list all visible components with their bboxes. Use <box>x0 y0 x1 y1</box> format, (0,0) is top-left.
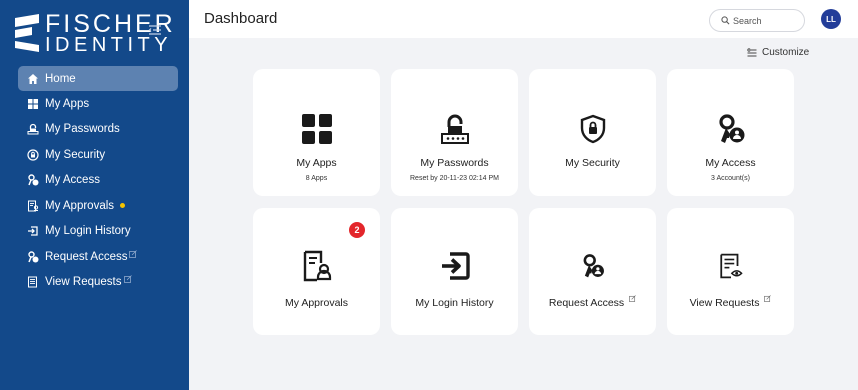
tile-label: My Apps <box>296 157 337 169</box>
sidebar-item-label: My Apps <box>45 97 90 110</box>
key-user-icon <box>667 113 794 145</box>
tile-label: My Passwords <box>420 157 489 169</box>
tile-label: Request Access <box>548 297 625 309</box>
sidebar-item-label: My Security <box>45 148 106 161</box>
key-user-icon <box>26 250 39 263</box>
customize-label: Customize <box>762 47 810 58</box>
notification-dot <box>120 203 126 209</box>
tile-subtext: 3 Account(s) <box>711 175 750 182</box>
approvals-icon <box>26 199 39 212</box>
sidebar-item-my-access[interactable]: My Access <box>18 168 178 194</box>
notification-badge: 2 <box>349 222 365 238</box>
sidebar-item-label: My Passwords <box>45 123 120 136</box>
tile-my-security[interactable]: My Security <box>529 69 656 196</box>
brand-line2: IDENTITY <box>45 34 173 56</box>
tile-my-access[interactable]: My Access 3 Account(s) <box>667 69 794 196</box>
search-input[interactable]: Search <box>709 9 805 32</box>
search-placeholder: Search <box>733 15 762 26</box>
sidebar-item-label: Home <box>45 72 76 85</box>
sidebar-item-my-security[interactable]: My Security <box>18 142 178 168</box>
apps-grid-icon <box>26 97 39 110</box>
collapse-sidebar-icon[interactable] <box>148 23 162 37</box>
external-link-icon <box>764 295 772 302</box>
tile-label: My Login History <box>415 297 494 309</box>
sidebar-item-my-apps[interactable]: My Apps <box>18 91 178 117</box>
external-link-icon <box>123 275 132 284</box>
sidebar-item-my-login-history[interactable]: My Login History <box>18 219 178 245</box>
shield-icon <box>529 113 656 145</box>
tile-label: View Requests <box>689 297 760 309</box>
tile-label-row: Request Access <box>529 295 656 309</box>
sidebar-item-label: Request Access <box>45 250 128 263</box>
main-content: Dashboard Search LL Customize My Apps 8 … <box>189 0 858 390</box>
login-icon <box>391 250 518 282</box>
customize-button[interactable]: Customize <box>747 47 809 58</box>
external-link-icon <box>129 249 138 258</box>
external-link-icon <box>629 295 636 302</box>
password-lock-icon <box>26 123 39 136</box>
tile-my-login-history[interactable]: My Login History <box>391 208 518 335</box>
tile-label-row: View Requests <box>667 295 794 309</box>
sidebar-item-label: My Access <box>45 174 100 187</box>
list-view-icon <box>26 276 39 289</box>
sidebar-item-label: My Login History <box>45 225 131 238</box>
home-icon <box>26 72 39 85</box>
sidebar-nav: Home My Apps My Passwords My Security My… <box>18 66 178 295</box>
tile-my-apps[interactable]: My Apps 8 Apps <box>253 69 380 196</box>
tile-label: My Access <box>705 157 756 169</box>
password-lock-icon <box>391 113 518 145</box>
tile-label: My Security <box>565 157 620 169</box>
list-view-icon <box>667 250 794 282</box>
tile-subtext: Reset by 20-11-23 02:14 PM <box>410 175 499 182</box>
tile-view-requests[interactable]: View Requests <box>667 208 794 335</box>
tile-request-access[interactable]: Request Access <box>529 208 656 335</box>
sidebar-item-view-requests[interactable]: View Requests <box>18 270 178 296</box>
sidebar: FISCHER IDENTITY Home My Apps My Passwor… <box>0 0 189 390</box>
sidebar-item-my-approvals[interactable]: My Approvals <box>18 193 178 219</box>
sidebar-item-home[interactable]: Home <box>18 66 178 91</box>
sidebar-item-label: View Requests <box>45 276 122 289</box>
tile-subtext: 8 Apps <box>305 175 328 182</box>
shield-icon <box>26 148 39 161</box>
customize-icon <box>747 47 757 56</box>
key-user-icon <box>529 250 656 282</box>
approvals-icon <box>253 250 380 282</box>
login-icon <box>26 225 39 238</box>
tile-label: My Approvals <box>284 297 349 309</box>
sidebar-item-label: My Approvals <box>45 199 115 212</box>
avatar[interactable]: LL <box>821 9 841 29</box>
top-bar: Dashboard Search LL <box>189 0 858 38</box>
sidebar-item-my-passwords[interactable]: My Passwords <box>18 117 178 143</box>
tile-my-approvals[interactable]: 2 My Approvals <box>253 208 380 335</box>
page-title: Dashboard <box>204 10 278 27</box>
search-icon <box>721 16 730 25</box>
tile-my-passwords[interactable]: My Passwords Reset by 20-11-23 02:14 PM <box>391 69 518 196</box>
fischer-logo-icon <box>15 14 39 52</box>
sidebar-item-request-access[interactable]: Request Access <box>18 244 178 270</box>
key-user-icon <box>26 174 39 187</box>
apps-grid-icon <box>253 113 380 145</box>
